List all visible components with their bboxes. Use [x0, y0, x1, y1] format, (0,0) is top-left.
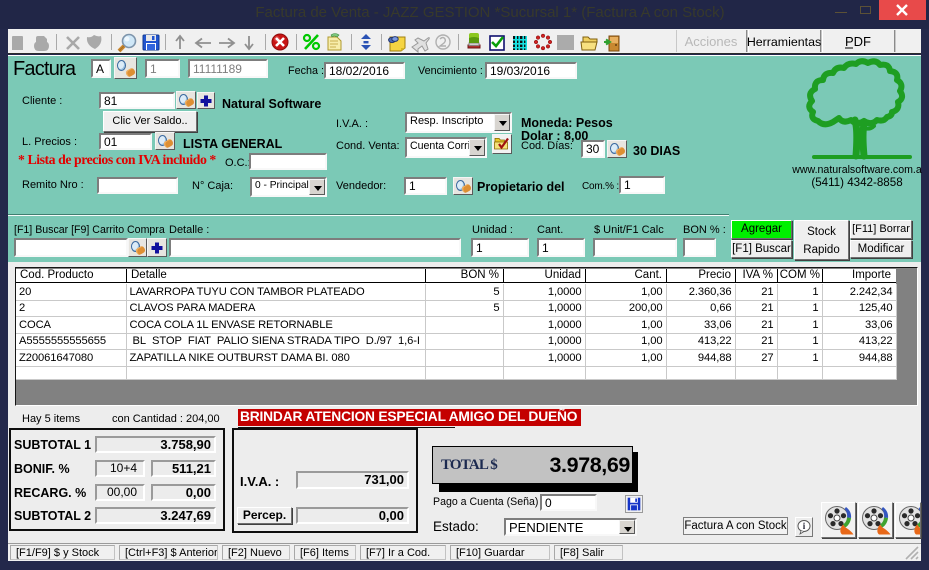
svg-text:PDF: PDF — [845, 34, 871, 49]
svg-text:Acciones: Acciones — [685, 34, 738, 49]
svg-text:Herramientas: Herramientas — [747, 35, 821, 49]
